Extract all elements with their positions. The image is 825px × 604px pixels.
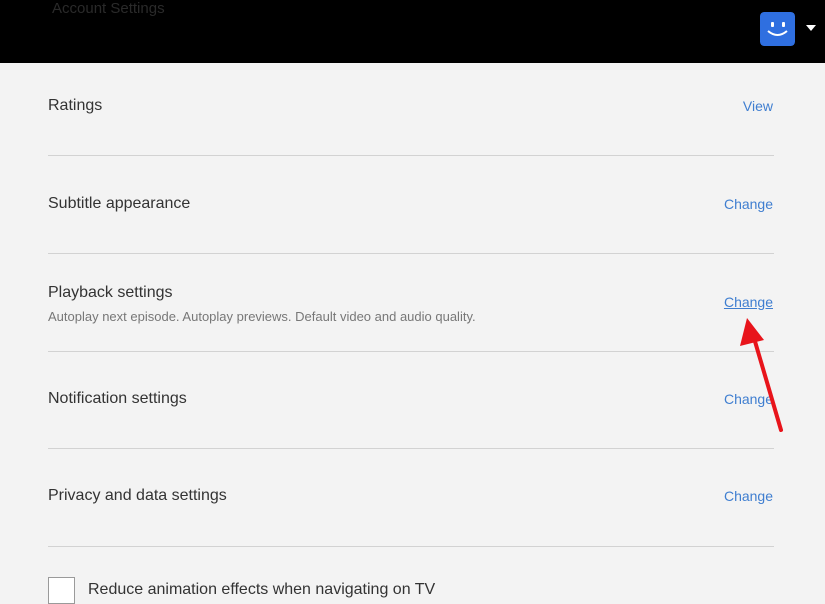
- ratings-title: Ratings: [48, 97, 103, 114]
- top-navigation-bar: Account Settings: [0, 0, 825, 63]
- profile-avatar-icon[interactable]: [760, 12, 795, 46]
- privacy-settings-title: Privacy and data settings: [48, 487, 227, 504]
- subtitle-appearance-title: Subtitle appearance: [48, 195, 191, 212]
- settings-row-ratings: Ratings View: [48, 63, 774, 156]
- settings-row-playback: Playback settings Autoplay next episode.…: [48, 254, 774, 352]
- caret-down-icon[interactable]: [806, 25, 816, 31]
- settings-row-subtitle-appearance: Subtitle appearance Change: [48, 156, 774, 254]
- profile-menu-button[interactable]: [760, 12, 820, 46]
- playback-settings-change-link[interactable]: Change: [724, 294, 773, 310]
- page-heading: Account Settings: [52, 0, 165, 17]
- settings-list: Ratings View Subtitle appearance Change …: [48, 63, 774, 547]
- subtitle-appearance-change-link[interactable]: Change: [724, 196, 773, 212]
- playback-settings-description: Autoplay next episode. Autoplay previews…: [48, 309, 476, 324]
- settings-row-notifications: Notification settings Change: [48, 352, 774, 449]
- settings-row-privacy: Privacy and data settings Change: [48, 449, 774, 547]
- notification-settings-change-link[interactable]: Change: [724, 391, 773, 407]
- ratings-view-link[interactable]: View: [743, 98, 773, 114]
- reduce-animation-checkbox[interactable]: [48, 577, 75, 604]
- notification-settings-title: Notification settings: [48, 390, 187, 407]
- playback-settings-title: Playback settings: [48, 284, 173, 301]
- reduce-animation-label: Reduce animation effects when navigating…: [88, 581, 436, 598]
- reduce-animation-option: Reduce animation effects when navigating…: [48, 577, 774, 604]
- privacy-settings-change-link[interactable]: Change: [724, 488, 773, 504]
